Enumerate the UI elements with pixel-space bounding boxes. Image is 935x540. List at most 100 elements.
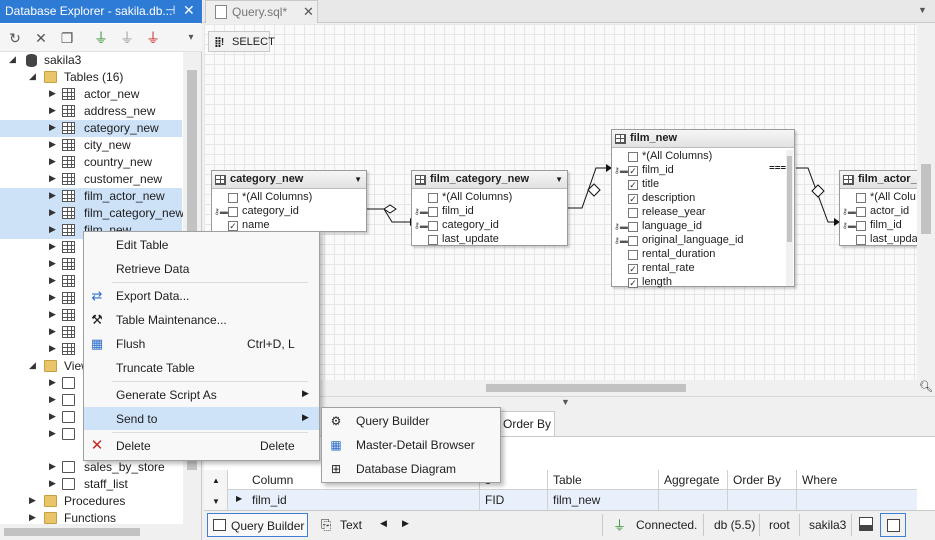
sort-up-icon[interactable]: ▲ — [212, 476, 220, 485]
column-checkbox[interactable] — [428, 207, 438, 217]
table-film-new[interactable]: film_new *(All Columns) ⚷▬ ✓ film_id ✓ title ✓… — [611, 129, 795, 288]
expand-icon[interactable]: ▶ — [49, 207, 56, 218]
grid-cell-order-by[interactable] — [728, 490, 797, 510]
column-checkbox[interactable] — [628, 208, 638, 218]
column-checkbox[interactable]: ✓ — [628, 180, 638, 190]
expand-icon[interactable]: ▶ — [29, 495, 36, 506]
column-checkbox[interactable] — [856, 207, 866, 217]
expand-icon[interactable]: ▶ — [29, 512, 36, 523]
scroll-thumb[interactable] — [787, 156, 792, 242]
table-header[interactable]: film_category_new ▼ — [412, 171, 567, 189]
diagram-column[interactable]: ⚷▬ film_id — [412, 205, 567, 219]
table-scrollbar[interactable] — [786, 150, 793, 286]
scroll-thumb[interactable] — [4, 528, 140, 536]
close-panel-icon[interactable]: ✕ — [183, 2, 195, 19]
sort-down-icon[interactable]: ▼ — [212, 497, 220, 506]
collapse-icon[interactable]: ◢ — [9, 54, 16, 65]
expand-icon[interactable]: ▶ — [49, 428, 56, 439]
table-header[interactable]: film_actor_ — [840, 171, 929, 189]
diagram-column[interactable]: release_year — [612, 206, 794, 220]
expand-icon[interactable]: ▶ — [49, 88, 56, 99]
query-builder-view-button[interactable]: Query Builder — [207, 513, 308, 537]
table-film-category-new[interactable]: film_category_new ▼ *(All Columns) ⚷▬ film… — [411, 170, 568, 246]
diagram-column[interactable]: rental_duration — [612, 248, 794, 262]
collapse-icon[interactable]: ◢ — [29, 360, 36, 371]
diagram-column[interactable]: ✓ rental_rate — [612, 262, 794, 276]
submenu-item-query-builder[interactable]: ⚙ Query Builder — [322, 409, 500, 432]
expand-icon[interactable]: ▶ — [49, 309, 56, 320]
menu-item-truncate-table[interactable]: Truncate Table — [84, 356, 319, 379]
column-checkbox[interactable]: ✓ — [628, 278, 638, 288]
diagram-column[interactable]: ⚷▬ actor_id — [840, 205, 929, 219]
column-checkbox[interactable] — [428, 235, 438, 245]
copy-icon[interactable]: ❐ — [58, 29, 76, 47]
refresh-icon[interactable]: ↻ — [6, 29, 24, 47]
collapse-icon[interactable]: ◢ — [29, 71, 36, 82]
toolbar-overflow-icon[interactable]: ▾ — [182, 29, 200, 47]
column-checkbox[interactable] — [628, 250, 638, 260]
tree-table-item[interactable]: ▶ customer_new — [0, 171, 182, 188]
tab-query-sql[interactable]: Query.sql* ✕ — [205, 0, 318, 23]
diagram-column[interactable]: ⚷▬ ✓ film_id — [612, 164, 794, 178]
expand-icon[interactable]: ▶ — [49, 343, 56, 354]
table-header[interactable]: film_new — [612, 130, 794, 148]
expand-icon[interactable]: ▶ — [49, 156, 56, 167]
tree-table-item[interactable]: ▶ address_new — [0, 103, 182, 120]
expand-icon[interactable]: ▶ — [49, 394, 56, 405]
pin-icon[interactable]: ⊣ — [165, 3, 175, 17]
expand-icon[interactable]: ▶ — [49, 224, 56, 235]
grid-header-table[interactable]: Table — [548, 470, 659, 490]
column-checkbox[interactable] — [628, 222, 638, 232]
tree-folder-tables[interactable]: ◢ Tables (16) — [0, 69, 182, 86]
expand-icon[interactable]: ▶ — [49, 241, 56, 252]
disconnect-icon[interactable]: ⏚ — [118, 29, 136, 47]
column-checkbox[interactable] — [856, 221, 866, 231]
grid-cell-table[interactable]: film_new — [548, 490, 659, 510]
expand-icon[interactable]: ▶ — [49, 377, 56, 388]
expand-icon[interactable]: ▶ — [49, 411, 56, 422]
submenu-item-database-diagram[interactable]: ⊞ Database Diagram — [322, 457, 500, 480]
grid-header-aggregate[interactable]: Aggregate — [659, 470, 728, 490]
collapse-arrow-icon[interactable]: ▼ — [561, 397, 570, 407]
tree-table-item[interactable]: ▶ actor_new — [0, 86, 182, 103]
single-view-button[interactable] — [880, 513, 906, 537]
expand-icon[interactable]: ▶ — [49, 139, 56, 150]
canvas-vertical-scrollbar[interactable] — [917, 24, 935, 380]
previous-arrow-icon[interactable]: ◀ — [380, 518, 387, 529]
expand-icon[interactable]: ▶ — [49, 275, 56, 286]
tree-table-item[interactable]: ▶ category_new — [0, 120, 182, 137]
new-connection-icon[interactable]: ⏚ — [92, 29, 110, 47]
grid-header-order-by[interactable]: Order By — [728, 470, 797, 490]
expand-icon[interactable]: ▶ — [49, 478, 56, 489]
diagram-column[interactable]: last_updat — [840, 233, 929, 247]
column-checkbox[interactable] — [228, 207, 238, 217]
tree-folder-procedures[interactable]: ▶ Procedures — [0, 493, 182, 510]
expand-icon[interactable]: ▶ — [49, 122, 56, 133]
grid-cell-aggregate[interactable] — [659, 490, 728, 510]
column-checkbox[interactable] — [628, 152, 638, 162]
diagram-column[interactable]: *(All Columns) — [212, 191, 366, 205]
diagram-column[interactable]: ⚷▬ language_id — [612, 220, 794, 234]
close-tab-icon[interactable]: ✕ — [303, 4, 314, 20]
diagram-column[interactable]: *(All Colu — [840, 191, 929, 205]
column-checkbox[interactable]: ✓ — [628, 194, 638, 204]
column-checkbox[interactable] — [428, 193, 438, 203]
expand-icon[interactable]: ▶ — [49, 292, 56, 303]
tree-table-item[interactable]: ▶ film_actor_new — [0, 188, 182, 205]
column-checkbox[interactable] — [856, 193, 866, 203]
expand-icon[interactable]: ▶ — [49, 461, 56, 472]
tree-view-sales-by-store[interactable]: ▶ sales_by_store — [0, 459, 182, 476]
row-expand-icon[interactable]: ▶ — [236, 494, 242, 503]
grid-cell-column[interactable]: film_id — [247, 490, 480, 510]
expand-icon[interactable]: ▶ — [49, 105, 56, 116]
column-checkbox[interactable] — [428, 221, 438, 231]
menu-item-export-data[interactable]: ⇄ Export Data... — [84, 284, 319, 307]
table-category-new[interactable]: category_new ▼ *(All Columns) ⚷▬ category_… — [211, 170, 367, 232]
tree-table-item[interactable]: ▶ city_new — [0, 137, 182, 154]
column-checkbox[interactable] — [856, 235, 866, 245]
column-checkbox[interactable]: ✓ — [228, 221, 238, 231]
menu-item-send-to[interactable]: Send to ▶ — [84, 407, 319, 430]
text-view-button[interactable]: ⎘ Text — [318, 513, 368, 537]
expand-icon[interactable]: ▶ — [49, 258, 56, 269]
scroll-thumb[interactable] — [486, 384, 686, 392]
